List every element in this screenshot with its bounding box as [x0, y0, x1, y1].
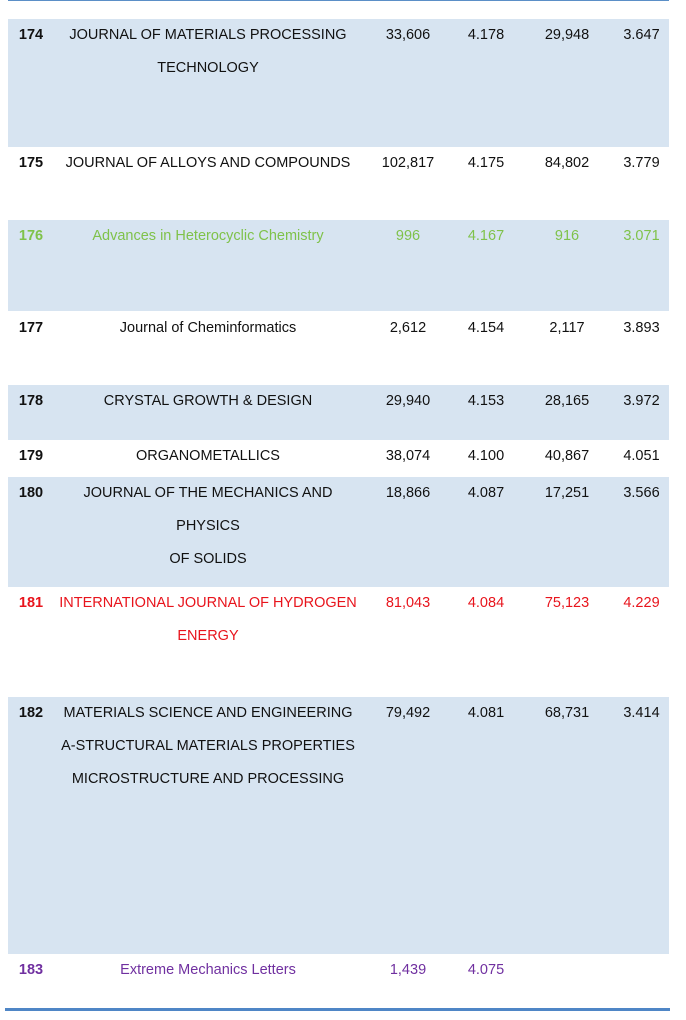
journal-title-line: CRYSTAL GROWTH & DESIGN: [103, 393, 313, 409]
value-cell-4: 3.972: [623, 393, 660, 409]
value-cell-3: 28,165: [544, 393, 590, 409]
journal-title-cell: CRYSTAL GROWTH & DESIGN: [58, 385, 358, 418]
journal-title-cell: JOURNAL OF MATERIALS PROCESSING TECHNOLO…: [58, 19, 358, 85]
journal-title-line: JOURNAL OF MATERIALS PROCESSING: [69, 27, 347, 43]
rank-cell: 178: [18, 393, 44, 409]
value-cell-1: 38,074: [385, 448, 431, 464]
journal-title-cell: MATERIALS SCIENCE AND ENGINEERING A-STRU…: [58, 697, 358, 796]
rank-cell: 174: [18, 27, 44, 43]
table-row: 183 Extreme Mechanics Letters 1,439 4.07…: [8, 954, 669, 1004]
bottom-rule: [5, 1008, 670, 1011]
value-cell-3: 40,867: [544, 448, 590, 464]
value-cell-1: 33,606: [385, 27, 431, 43]
value-cell-3: 84,802: [544, 155, 590, 171]
value-cell-3: 68,731: [544, 705, 590, 721]
journal-title-line: Advances in Heterocyclic Chemistry: [92, 228, 324, 244]
journal-title-cell: JOURNAL OF ALLOYS AND COMPOUNDS: [58, 147, 358, 180]
value-cell-3: 75,123: [544, 595, 590, 611]
value-cell-1: 102,817: [381, 155, 435, 171]
journal-title-line: JOURNAL OF ALLOYS AND COMPOUNDS: [65, 155, 351, 171]
value-cell-1: 18,866: [385, 485, 431, 501]
journal-title-line: INTERNATIONAL JOURNAL OF HYDROGEN: [59, 595, 357, 611]
rank-cell: 183: [18, 962, 44, 978]
journal-title-line: JOURNAL OF THE MECHANICS AND PHYSICS: [83, 485, 333, 534]
value-cell-4: 3.779: [623, 155, 660, 171]
rank-cell: 179: [18, 448, 44, 464]
journal-title-cell: Journal of Cheminformatics: [58, 312, 358, 345]
journal-title-line: OF SOLIDS: [169, 551, 247, 567]
journal-title-cell: INTERNATIONAL JOURNAL OF HYDROGEN ENERGY: [58, 587, 358, 653]
journal-title-line: Extreme Mechanics Letters: [120, 962, 296, 978]
journal-title-line: ORGANOMETALLICS: [136, 448, 280, 464]
value-cell-2: 4.100: [467, 448, 505, 464]
table-row: 182 MATERIALS SCIENCE AND ENGINEERING A-…: [8, 697, 669, 954]
rank-cell: 175: [18, 155, 44, 171]
value-cell-4: 3.647: [623, 27, 660, 43]
value-cell-4: 4.229: [623, 595, 660, 611]
value-cell-3: 29,948: [544, 27, 590, 43]
value-cell-4: 3.071: [623, 228, 660, 244]
value-cell-2: 4.175: [467, 155, 505, 171]
table-row: 179 ORGANOMETALLICS 38,074 4.100 40,867 …: [8, 440, 669, 476]
journal-title-line: Journal of Cheminformatics: [119, 320, 297, 336]
rank-cell: 181: [18, 595, 44, 611]
value-cell-1: 79,492: [385, 705, 431, 721]
table-row: 180 JOURNAL OF THE MECHANICS AND PHYSICS…: [8, 477, 669, 587]
journal-title-line: TECHNOLOGY: [157, 60, 259, 76]
value-cell-4: 4.051: [623, 448, 660, 464]
value-cell-1: 81,043: [385, 595, 431, 611]
value-cell-3: 916: [554, 228, 580, 244]
value-cell-1: 996: [395, 228, 421, 244]
journal-title-cell: Advances in Heterocyclic Chemistry: [58, 220, 358, 253]
value-cell-4: 3.414: [623, 705, 660, 721]
journal-title-line: MICROSTRUCTURE AND PROCESSING: [71, 771, 345, 787]
value-cell-4: 3.566: [623, 485, 660, 501]
journal-title-cell: Extreme Mechanics Letters: [58, 954, 358, 987]
rank-cell: 176: [18, 228, 44, 244]
value-cell-2: 4.153: [467, 393, 505, 409]
rank-cell: 177: [18, 320, 44, 336]
value-cell-2: 4.075: [467, 962, 505, 978]
value-cell-2: 4.167: [467, 228, 505, 244]
value-cell-3: 2,117: [549, 320, 585, 336]
journal-title-cell: JOURNAL OF THE MECHANICS AND PHYSICS OF …: [58, 477, 358, 576]
table-row: 175 JOURNAL OF ALLOYS AND COMPOUNDS 102,…: [8, 147, 669, 219]
table-row: 176 Advances in Heterocyclic Chemistry 9…: [8, 220, 669, 311]
value-cell-1: 2,612: [389, 320, 427, 336]
value-cell-1: 1,439: [389, 962, 427, 978]
journal-title-line: ENERGY: [177, 628, 239, 644]
value-cell-2: 4.084: [467, 595, 505, 611]
value-cell-2: 4.087: [467, 485, 505, 501]
value-cell-4: 3.893: [623, 320, 660, 336]
value-cell-1: 29,940: [385, 393, 431, 409]
journal-title-line: A-STRUCTURAL MATERIALS PROPERTIES: [61, 738, 355, 754]
value-cell-2: 4.154: [467, 320, 505, 336]
table-row: 178 CRYSTAL GROWTH & DESIGN 29,940 4.153…: [8, 385, 669, 440]
value-cell-2: 4.178: [467, 27, 505, 43]
table-row: 174 JOURNAL OF MATERIALS PROCESSING TECH…: [8, 19, 669, 147]
journal-title-line: MATERIALS SCIENCE AND ENGINEERING: [63, 705, 353, 721]
value-cell-3: 17,251: [544, 485, 590, 501]
rank-cell: 180: [18, 485, 44, 501]
table-row: 181 INTERNATIONAL JOURNAL OF HYDROGEN EN…: [8, 587, 669, 697]
journal-title-cell: ORGANOMETALLICS: [58, 440, 358, 473]
value-cell-2: 4.081: [467, 705, 505, 721]
rank-cell: 182: [18, 705, 44, 721]
table-row: 177 Journal of Cheminformatics 2,612 4.1…: [8, 312, 669, 384]
top-rule: [8, 0, 669, 1]
